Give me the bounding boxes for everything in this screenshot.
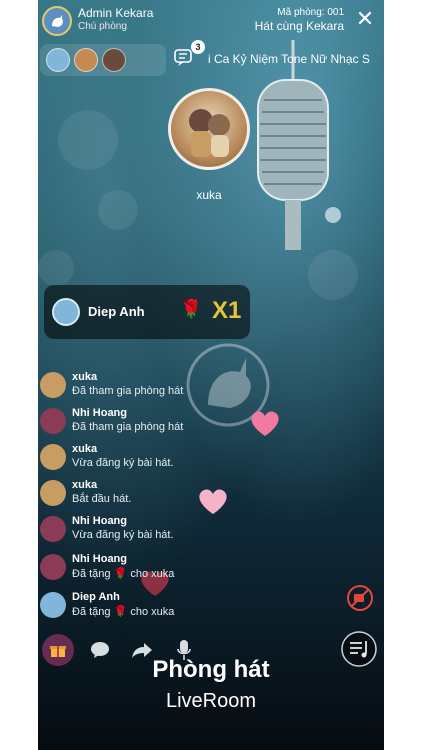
user-avatar[interactable]: [40, 372, 66, 398]
gift-sender-avatar: [52, 298, 80, 326]
close-button[interactable]: ✕: [354, 8, 376, 30]
user-avatar[interactable]: [40, 592, 66, 618]
rose-icon: 🌹: [180, 299, 203, 319]
message-text-after: cho xuka: [130, 568, 175, 580]
user-avatar[interactable]: [40, 444, 66, 470]
list-item: xuka Vừa đăng ký bài hát.: [40, 440, 290, 474]
message-text-before: Đã tặng: [72, 568, 111, 580]
list-item: Nhi Hoang Đã tham gia phòng hát: [40, 404, 290, 438]
host-role: Chú phòng: [78, 21, 127, 32]
user-avatar[interactable]: [40, 480, 66, 506]
message-text: Đã tham gia phòng hát: [72, 421, 184, 433]
message-user: Nhi Hoang: [72, 515, 127, 527]
singer-name: xuka: [196, 188, 222, 202]
singer-photo: [189, 109, 230, 157]
viewer-avatar[interactable]: [102, 48, 126, 72]
message-user: xuka: [72, 371, 98, 383]
caption-subtitle: LiveRoom: [165, 690, 257, 712]
room-header: Admin Kekara Chú phòng Mã phòng: 001 Hát…: [38, 0, 384, 42]
singer-avatar[interactable]: [168, 88, 250, 170]
rose-icon: 🌹: [113, 606, 128, 618]
host-avatar[interactable]: [42, 6, 72, 36]
user-avatar[interactable]: [40, 408, 66, 434]
message-text: Đã tặng 🌹 cho xuka: [72, 605, 174, 618]
list-item: Diep Anh Đã tặng 🌹 cho xuka: [40, 588, 290, 622]
message-user: xuka: [72, 443, 98, 455]
message-text: Vừa đăng ký bài hát.: [72, 529, 174, 541]
list-item: xuka Bắt đầu hát.: [40, 476, 290, 510]
list-item: xuka Đã tham gia phòng hát: [40, 368, 290, 402]
gift-banner: Diep Anh 🌹 X1: [44, 285, 250, 339]
user-avatar[interactable]: [40, 516, 66, 542]
viewer-avatar[interactable]: [74, 48, 98, 72]
message-text: Bắt đầu hát.: [72, 493, 132, 505]
bokeh-light: [308, 250, 358, 300]
rooster-icon: [52, 15, 63, 27]
message-user: Nhi Hoang: [72, 553, 127, 565]
bokeh-light: [38, 250, 74, 286]
no-video-icon[interactable]: [346, 584, 374, 612]
gift-multiplier: X1: [212, 297, 242, 324]
message-text-before: Đã tặng: [72, 606, 111, 618]
song-ticker: i Ca Kỷ Niệm Tone Nữ Nhạc S: [208, 52, 370, 66]
room-name: Hát cùng Kekara: [254, 19, 344, 33]
message-user: Nhi Hoang: [72, 407, 127, 419]
message-text: Vừa đăng ký bài hát.: [72, 457, 174, 469]
viewer-avatar[interactable]: [46, 48, 70, 72]
live-room-screen: Admin Kekara Chú phòng Mã phòng: 001 Hát…: [38, 0, 384, 750]
message-text-after: cho xuka: [130, 606, 175, 618]
room-code: Mã phòng: 001: [277, 7, 344, 18]
message-user: Diep Anh: [72, 591, 120, 603]
message-text: Đã tặng 🌹 cho xuka: [72, 567, 174, 580]
bokeh-light: [58, 110, 118, 170]
queue-count-badge: 3: [191, 40, 205, 54]
host-name: Admin Kekara: [78, 6, 154, 20]
list-item: Nhi Hoang Đã tặng 🌹 cho xuka: [40, 550, 290, 584]
gift-sender-name: Diep Anh: [88, 304, 145, 319]
message-user: xuka: [72, 479, 98, 491]
microphone-illustration: [257, 40, 341, 250]
viewer-list[interactable]: [40, 44, 166, 76]
user-avatar[interactable]: [40, 554, 66, 580]
bokeh-light: [98, 190, 138, 230]
message-text: Đã tham gia phòng hát: [72, 385, 184, 397]
list-item: Nhi Hoang Vừa đăng ký bài hát.: [40, 512, 290, 546]
rose-icon: 🌹: [113, 568, 128, 580]
caption-title: Phòng hát: [152, 656, 270, 683]
